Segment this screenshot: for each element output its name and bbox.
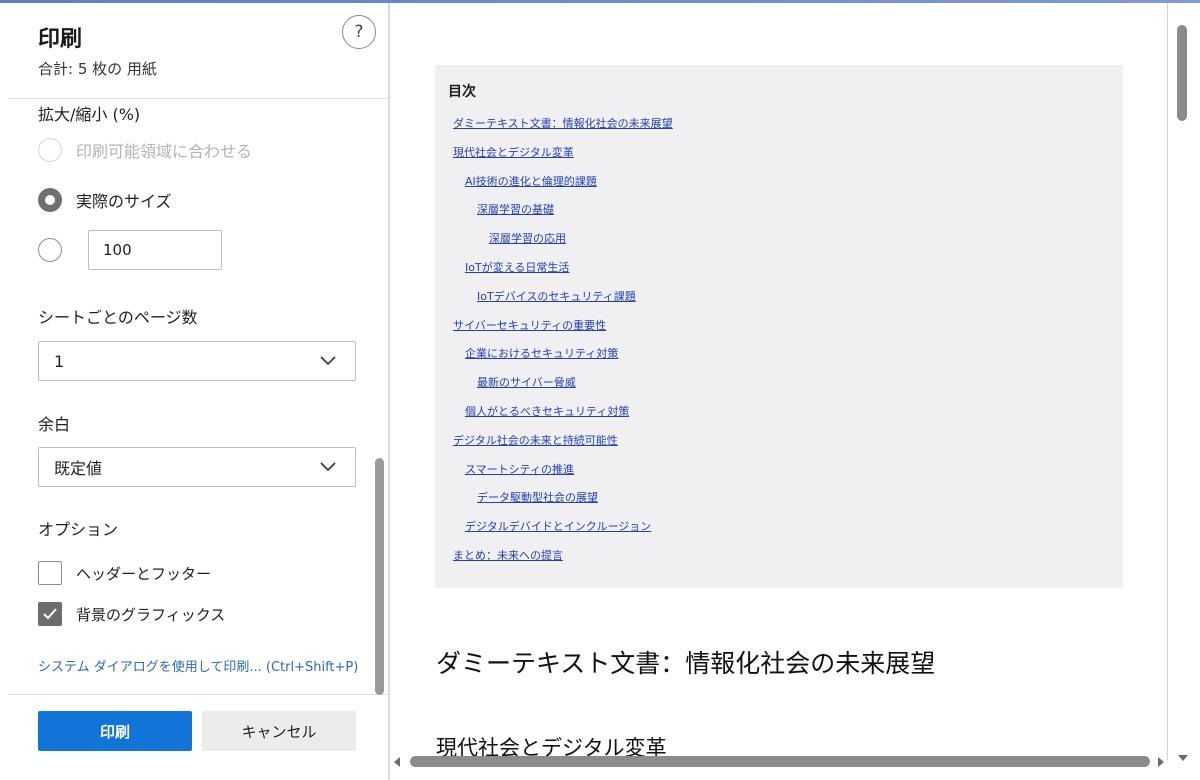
margins-select[interactable]: 既定値 — [38, 447, 356, 487]
checkbox-background-graphics-box[interactable] — [38, 602, 62, 626]
scale-input[interactable] — [88, 230, 222, 270]
panel-scrollbar[interactable] — [375, 458, 384, 695]
margins-label: 余白 — [38, 415, 71, 434]
toc-item[interactable]: まとめ：未来への提言 — [453, 547, 563, 563]
toc-item[interactable]: デジタルデバイドとインクルージョン — [465, 518, 651, 534]
radio-fit-to-page-button — [38, 138, 62, 162]
header-divider — [8, 98, 388, 99]
checkbox-background-graphics-label: 背景のグラフィックス — [76, 605, 226, 624]
toc-item[interactable]: 現代社会とデジタル変革 — [453, 144, 574, 160]
preview-vertical-scrollbar[interactable] — [1177, 25, 1187, 121]
help-icon: ? — [354, 22, 364, 42]
preview-page: 目次 ダミーテキスト文書：情報化社会の未来展望 現代社会とデジタル変革 AI技術の進… — [390, 3, 1168, 763]
sheet-count: 合計: 5 枚の 用紙 — [38, 60, 157, 78]
document-heading: ダミーテキスト文書：情報化社会の未来展望 — [436, 649, 936, 678]
checkbox-header-footer[interactable]: ヘッダーとフッター — [38, 560, 211, 586]
checkbox-background-graphics[interactable]: 背景のグラフィックス — [38, 601, 225, 627]
radio-custom-scale[interactable] — [38, 236, 62, 264]
toc-item[interactable]: 最新のサイバー脅威 — [477, 374, 576, 390]
toc-item[interactable]: IoTデバイスのセキュリティ課題 — [477, 288, 636, 304]
toc-item[interactable]: IoTが変える日常生活 — [465, 259, 569, 275]
scroll-left-icon[interactable] — [394, 757, 400, 767]
toc-item[interactable]: ダミーテキスト文書：情報化社会の未来展望 — [453, 115, 673, 131]
help-button[interactable]: ? — [342, 15, 376, 49]
print-button[interactable]: 印刷 — [38, 711, 192, 751]
print-preview[interactable]: 目次 ダミーテキスト文書：情報化社会の未来展望 現代社会とデジタル変革 AI技術の進… — [390, 3, 1200, 780]
toc-item[interactable]: 企業におけるセキュリティ対策 — [465, 345, 618, 361]
scale-label: 拡大/縮小 (%) — [38, 105, 141, 124]
toc-title: 目次 — [448, 84, 476, 100]
toc-item[interactable]: データ駆動型社会の展望 — [477, 489, 598, 505]
toc-item[interactable]: 深層学習の応用 — [489, 230, 566, 246]
options-label: オプション — [38, 520, 119, 539]
toc-item[interactable]: 深層学習の基礎 — [477, 201, 554, 217]
pages-per-sheet-select[interactable]: 1 — [38, 341, 356, 381]
system-dialog-link[interactable]: システム ダイアログを使用して印刷... (Ctrl+Shift+P) — [38, 656, 358, 675]
print-settings-panel: 印刷 合計: 5 枚の 用紙 ? 拡大/縮小 (%) 印刷可能領域に合わせる 実… — [8, 3, 388, 780]
radio-actual-size-button[interactable] — [38, 188, 62, 212]
chevron-down-icon — [320, 356, 336, 366]
chevron-down-icon — [320, 462, 336, 472]
checkbox-header-footer-label: ヘッダーとフッター — [76, 564, 212, 583]
radio-fit-to-page: 印刷可能領域に合わせる — [38, 136, 252, 164]
pages-per-sheet-value: 1 — [54, 351, 65, 371]
preview-horizontal-scrollbar[interactable] — [410, 756, 1150, 767]
toc-item[interactable]: スマートシティの推進 — [465, 461, 574, 477]
scroll-right-icon[interactable] — [1158, 757, 1164, 767]
toc-item[interactable]: 個人がとるべきセキュリティ対策 — [465, 403, 629, 419]
checkbox-header-footer-box[interactable] — [38, 561, 62, 585]
cancel-button[interactable]: キャンセル — [202, 711, 356, 751]
footer-divider — [8, 694, 388, 695]
radio-actual-size[interactable]: 実際のサイズ — [38, 186, 172, 214]
panel-title: 印刷 — [38, 27, 83, 52]
radio-actual-size-label: 実際のサイズ — [76, 192, 172, 211]
toc-item[interactable]: AI技術の進化と倫理的課題 — [465, 173, 597, 189]
radio-custom-scale-button[interactable] — [38, 238, 62, 262]
margins-value: 既定値 — [54, 459, 103, 478]
radio-fit-to-page-label: 印刷可能領域に合わせる — [76, 142, 253, 161]
scroll-down-icon[interactable] — [1178, 755, 1188, 761]
checkmark-icon — [43, 608, 57, 620]
table-of-contents: 目次 ダミーテキスト文書：情報化社会の未来展望 現代社会とデジタル変革 AI技術の進… — [435, 65, 1123, 588]
toc-item[interactable]: サイバーセキュリティの重要性 — [453, 317, 606, 333]
toc-item[interactable]: デジタル社会の未来と持続可能性 — [453, 432, 618, 448]
pages-per-sheet-label: シートごとのページ数 — [38, 308, 198, 327]
